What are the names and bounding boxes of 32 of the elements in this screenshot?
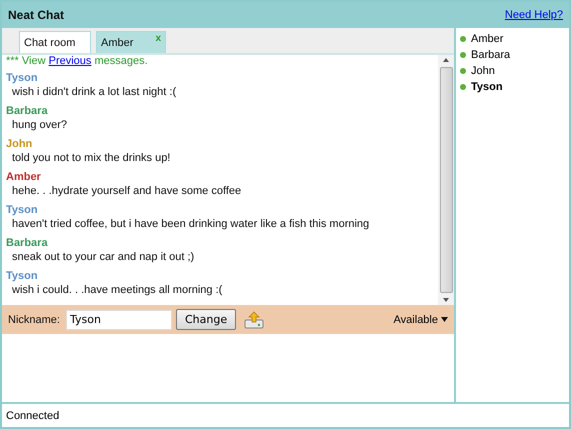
sender-name: Tyson	[6, 270, 39, 283]
sender-name: Barbara	[6, 105, 49, 118]
sender-name: John	[6, 138, 34, 151]
message-text: hehe. . .hydrate yourself and have some coffee	[11, 184, 242, 199]
help-link[interactable]: Need Help?	[504, 9, 563, 21]
chat-tab[interactable]: Chat room	[19, 31, 91, 53]
status-bar: Connected	[2, 404, 569, 427]
message-text: sneak out to your car and nap it out ;)	[11, 250, 196, 265]
caret-icon[interactable]	[441, 317, 448, 322]
message-text: told you not to mix the drinks up!	[11, 151, 172, 166]
chat-tab[interactable]: Amber x	[96, 31, 166, 53]
sender-name: Amber	[6, 171, 42, 184]
user-name[interactable]: John	[471, 65, 495, 77]
message-text: wish i didn't drink a lot last night :(	[11, 85, 178, 100]
user-name[interactable]: Tyson	[471, 81, 503, 93]
scrollbar[interactable]	[438, 55, 454, 305]
user-name[interactable]: Amber	[471, 33, 504, 45]
nickname-label: Nickname:	[8, 314, 60, 326]
user-name[interactable]: Barbara	[471, 49, 510, 61]
message-text: haven't tried coffee, but i have been drinking water like a fish this morning	[11, 217, 370, 232]
change-button[interactable]: Change	[176, 309, 236, 330]
upload-icon[interactable]	[244, 310, 264, 328]
status-dropdown[interactable]: Available	[394, 314, 448, 326]
window-title: Neat Chat	[8, 8, 64, 22]
history-notice: *** View Previous messages.	[6, 55, 149, 67]
sender-name: Barbara	[6, 237, 49, 250]
previous-link[interactable]: Previous	[48, 55, 92, 67]
message-text: wish i could. . .have meetings all morning :(	[11, 283, 224, 298]
sender-name: Tyson	[6, 204, 39, 217]
nickname-field[interactable]: Tyson	[66, 310, 172, 330]
message-text: hung over?	[11, 118, 68, 133]
sender-name: Tyson	[6, 72, 39, 85]
